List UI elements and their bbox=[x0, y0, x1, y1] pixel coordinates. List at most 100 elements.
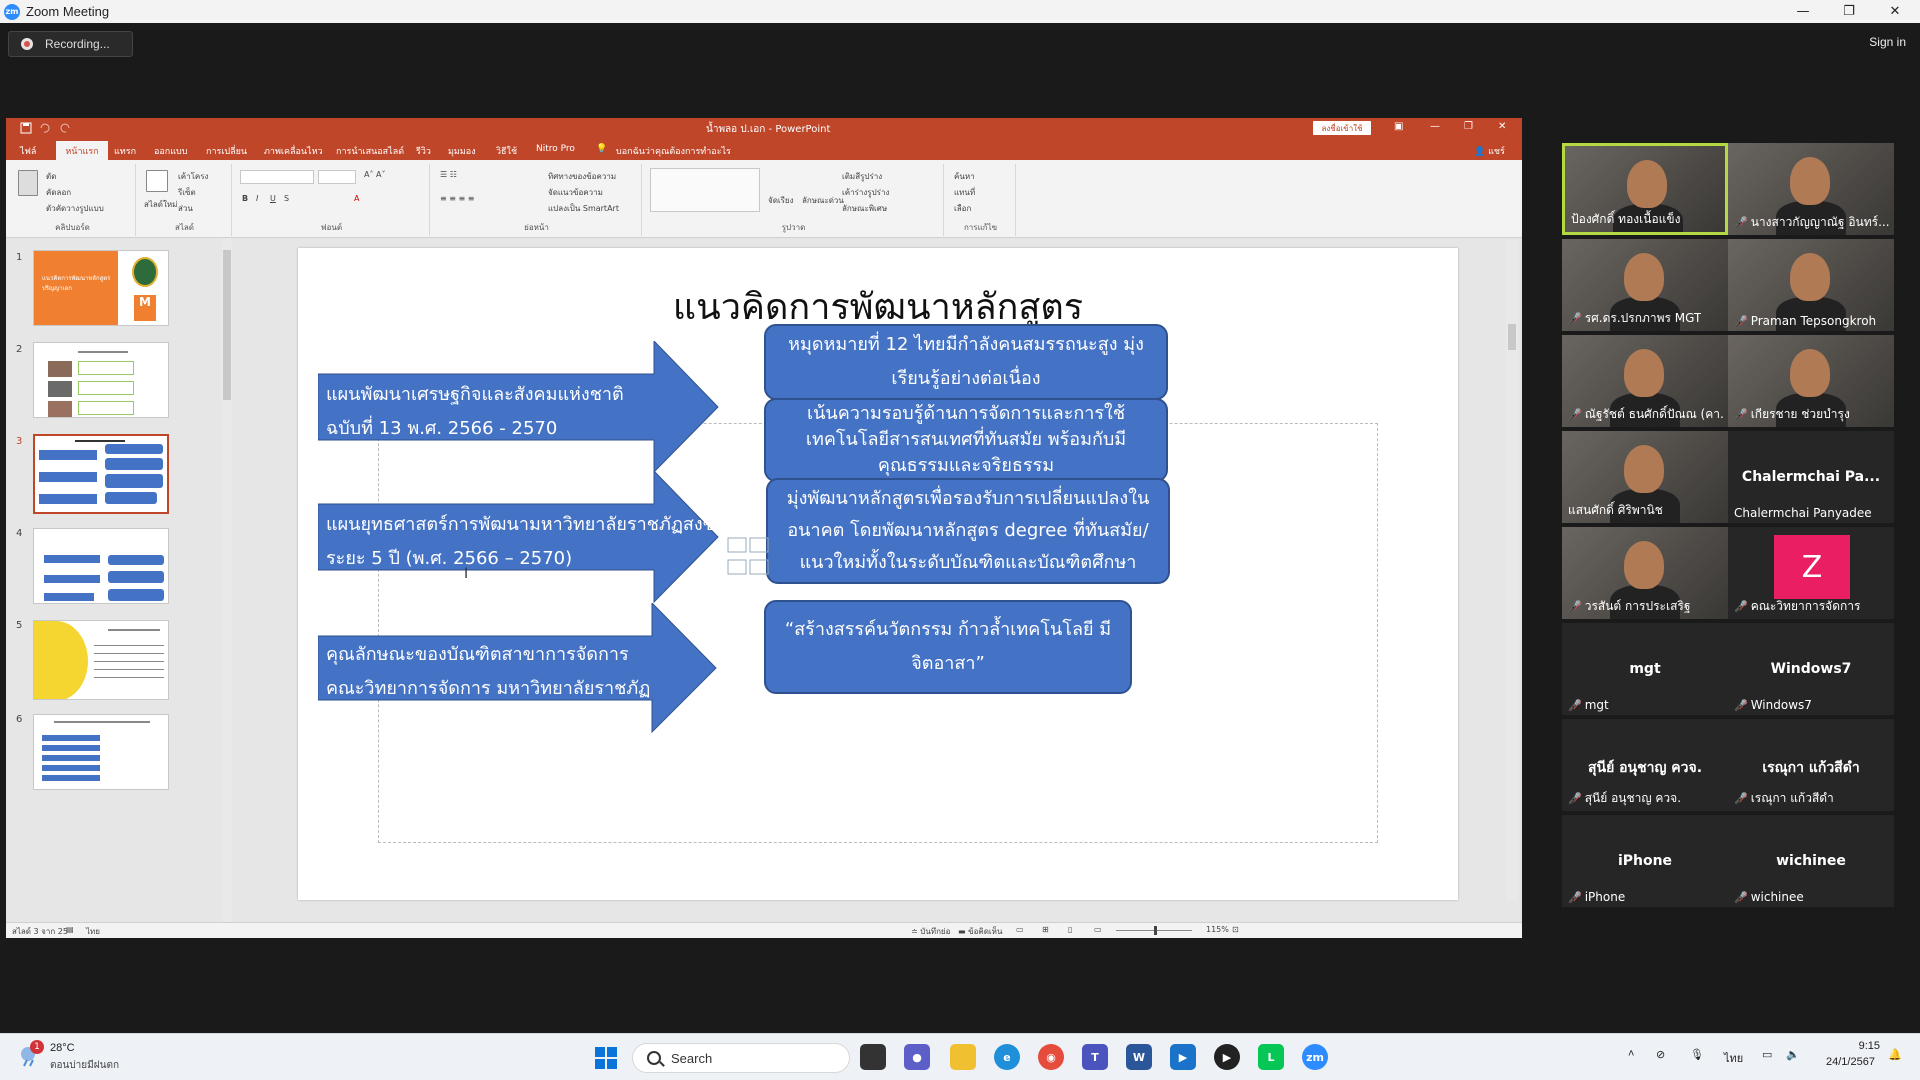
tab-insert[interactable]: แทรก bbox=[114, 144, 136, 158]
shapes-gallery[interactable] bbox=[650, 168, 760, 212]
smartart-button[interactable]: แปลงเป็น SmartArt bbox=[548, 202, 619, 215]
slide-thumbnail-3[interactable] bbox=[33, 434, 169, 514]
participant-tile[interactable]: เรณุกา แก้วสีดำ 🎤̸ เรณุกา แก้วสีดำ bbox=[1728, 719, 1894, 811]
layout-button[interactable]: เค้าโครง bbox=[178, 170, 208, 183]
participant-tile[interactable]: ป้องศักดิ์ ทองเนื้อแข็ง bbox=[1562, 143, 1728, 235]
reading-view-icon[interactable]: ▯ bbox=[1068, 925, 1072, 934]
font-grow-icon[interactable]: A˄ A˅ bbox=[364, 170, 386, 179]
thumbnail-scrollbar[interactable] bbox=[222, 238, 232, 922]
task-view-icon[interactable] bbox=[860, 1044, 886, 1070]
slide-thumbnail-1[interactable]: แนวคิดการพัฒนาหลักสูตรปริญญาเอก M bbox=[33, 250, 169, 326]
start-button-windows-icon[interactable] bbox=[594, 1046, 618, 1070]
slideshow-icon[interactable]: ▭ bbox=[1094, 925, 1102, 934]
zoom-app-icon[interactable]: zm bbox=[1302, 1044, 1328, 1070]
tab-help[interactable]: วิธีใช้ bbox=[496, 144, 517, 158]
tab-slideshow[interactable]: การนำเสนอสไลด์ bbox=[336, 144, 404, 158]
cut-button[interactable]: ตัด bbox=[46, 170, 56, 183]
text-box-3[interactable]: มุ่งพัฒนาหลักสูตรเพื่อรองรับการเปลี่ยนแป… bbox=[766, 478, 1170, 584]
participant-tile[interactable]: Chalermchai Pa... Chalermchai Panyadee bbox=[1728, 431, 1894, 523]
tab-nitro-pro[interactable]: Nitro Pro bbox=[536, 144, 575, 154]
text-direction-button[interactable]: ทิศทางของข้อความ bbox=[548, 170, 616, 183]
tab-design[interactable]: ออกแบบ bbox=[154, 144, 188, 158]
recording-indicator[interactable]: Recording... bbox=[8, 31, 133, 57]
text-box-2[interactable]: เน้นความรอบรู้ด้านการจัดการและการใช้เทคโ… bbox=[764, 398, 1168, 482]
participant-tile[interactable]: 🎤̸ เกียรชาย ช่วยบำรุง bbox=[1728, 335, 1894, 427]
tab-view[interactable]: มุมมอง bbox=[448, 144, 476, 158]
file-explorer-icon[interactable] bbox=[950, 1044, 976, 1070]
zoom-level[interactable]: 115% bbox=[1206, 925, 1229, 934]
participant-tile[interactable]: 🎤̸ ณัฐรัชต์ ธนศักดิ์ปัณณ (คา... bbox=[1562, 335, 1728, 427]
underline-button[interactable]: U bbox=[270, 194, 276, 203]
replace-button[interactable]: แทนที่ bbox=[954, 186, 975, 199]
ppt-sign-in-button[interactable]: ลงชื่อเข้าใช้ bbox=[1313, 121, 1371, 135]
new-slide-icon[interactable] bbox=[146, 170, 168, 192]
tray-overflow-chevron-icon[interactable]: ˄ bbox=[1628, 1048, 1634, 1060]
slide-thumbnail-6[interactable] bbox=[33, 714, 169, 790]
arrow-text-2[interactable]: แผนยุทธศาสตร์การพัฒนามหาวิทยาลัยราชภัฏสง… bbox=[326, 508, 756, 576]
participant-tile[interactable]: 🎤̸ วรสันต์ การประเสริฐ bbox=[1562, 527, 1728, 619]
reset-button[interactable]: รีเซ็ต bbox=[178, 186, 196, 199]
minimize-button[interactable]: — bbox=[1780, 0, 1826, 23]
zoom-slider-thumb[interactable] bbox=[1154, 926, 1157, 935]
taskbar-search[interactable]: Search bbox=[632, 1043, 850, 1073]
participant-tile[interactable]: Z 🎤̸ คณะวิทยาการจัดการ bbox=[1728, 527, 1894, 619]
teams-icon[interactable]: T bbox=[1082, 1044, 1108, 1070]
teams-chat-icon[interactable]: ● bbox=[904, 1044, 930, 1070]
tab-review[interactable]: รีวิว bbox=[416, 144, 431, 158]
ppt-close-button[interactable]: ✕ bbox=[1498, 121, 1506, 132]
slide-thumbnail-2[interactable] bbox=[33, 342, 169, 418]
copy-button[interactable]: คัดลอก bbox=[46, 186, 71, 199]
participant-tile[interactable]: Windows7 🎤̸ Windows7 bbox=[1728, 623, 1894, 715]
format-painter-button[interactable]: ตัวคัดวางรูปแบบ bbox=[46, 202, 104, 215]
sign-in-link[interactable]: Sign in bbox=[1869, 35, 1906, 49]
comments-button[interactable]: ▬ ข้อคิดเห็น bbox=[958, 925, 1002, 938]
participant-tile[interactable]: wichinee 🎤̸ wichinee bbox=[1728, 815, 1894, 907]
maximize-button[interactable]: ❐ bbox=[1826, 0, 1872, 23]
volume-icon[interactable]: 🔈 bbox=[1786, 1048, 1800, 1061]
insert-content-icons[interactable] bbox=[726, 536, 770, 584]
tab-animations[interactable]: ภาพเคลื่อนไหว bbox=[264, 144, 323, 158]
bullets-button[interactable]: ☰ ☷ bbox=[440, 170, 457, 179]
shape-fill-button[interactable]: เติมสีรูปร่าง bbox=[842, 170, 882, 183]
notification-icon[interactable]: 🔔 bbox=[1888, 1048, 1902, 1061]
arrow-text-1[interactable]: แผนพัฒนาเศรษฐกิจและสังคมแห่งชาติ ฉบับที่… bbox=[326, 378, 656, 446]
arrow-text-3[interactable]: คุณลักษณะของบัณฑิตสาขาการจัดการ คณะวิทยา… bbox=[326, 638, 666, 740]
slide-scrollbar[interactable] bbox=[1506, 240, 1518, 900]
clock-date[interactable]: 24/1/2567 bbox=[1826, 1056, 1875, 1068]
current-slide[interactable]: แนวคิดการพัฒนาหลักสูตร แผนพัฒนาเศรษฐกิจแ… bbox=[298, 248, 1458, 900]
participant-tile[interactable]: 🎤̸ รศ.ดร.ปรกภาพร MGT bbox=[1562, 239, 1728, 331]
shadow-button[interactable]: S bbox=[284, 194, 289, 203]
select-button[interactable]: เลือก bbox=[954, 202, 971, 215]
edge-icon[interactable]: e bbox=[994, 1044, 1020, 1070]
text-box-4[interactable]: “สร้างสรรค์นวัตกรรม ก้าวล้ำเทคโนโลยี มีจ… bbox=[764, 600, 1132, 694]
font-name-select[interactable] bbox=[240, 170, 314, 184]
media-player-icon[interactable]: ▶ bbox=[1170, 1044, 1196, 1070]
save-icon[interactable] bbox=[20, 122, 32, 134]
font-size-select[interactable] bbox=[318, 170, 356, 184]
clock-time[interactable]: 9:15 bbox=[1840, 1040, 1880, 1052]
ppt-maximize-button[interactable]: ❐ bbox=[1464, 121, 1473, 132]
display-icon[interactable]: ▭ bbox=[1762, 1048, 1772, 1061]
paste-icon[interactable] bbox=[18, 170, 38, 196]
chrome-icon[interactable]: ◉ bbox=[1038, 1044, 1064, 1070]
spellcheck-icon[interactable]: ▤ bbox=[66, 925, 74, 934]
quick-styles-button[interactable]: ลักษณะด่วน bbox=[802, 194, 844, 207]
video-app-icon[interactable]: ▶ bbox=[1214, 1044, 1240, 1070]
tell-me-box[interactable]: บอกฉันว่าคุณต้องการทำอะไร bbox=[616, 144, 731, 158]
undo-icon[interactable] bbox=[38, 122, 50, 134]
fit-slide-icon[interactable]: ⊡ bbox=[1232, 925, 1239, 934]
arrange-button[interactable]: จัดเรียง bbox=[768, 194, 794, 207]
participant-tile[interactable]: สุนีย์ อนุชาญ ควจ. 🎤̸ สุนีย์ อนุชาญ ควจ. bbox=[1562, 719, 1728, 811]
scrollbar-thumb[interactable] bbox=[223, 250, 231, 400]
font-color-button[interactable]: A bbox=[354, 194, 359, 203]
slide-sorter-icon[interactable]: ⊞ bbox=[1042, 925, 1049, 934]
notes-button[interactable]: ≐ บันทึกย่อ bbox=[911, 925, 950, 938]
find-button[interactable]: ค้นหา bbox=[954, 170, 975, 183]
line-icon[interactable]: L bbox=[1258, 1044, 1284, 1070]
weather-temp[interactable]: 28°C bbox=[50, 1042, 75, 1054]
participant-tile[interactable]: mgt 🎤̸ mgt bbox=[1562, 623, 1728, 715]
ppt-minimize-button[interactable]: — bbox=[1430, 121, 1440, 132]
participant-tile[interactable]: iPhone 🎤̸ iPhone bbox=[1562, 815, 1728, 907]
align-buttons[interactable]: ≡ ≡ ≡ ≡ bbox=[440, 194, 474, 203]
new-slide-button[interactable]: สไลด์ใหม่ bbox=[144, 198, 177, 211]
